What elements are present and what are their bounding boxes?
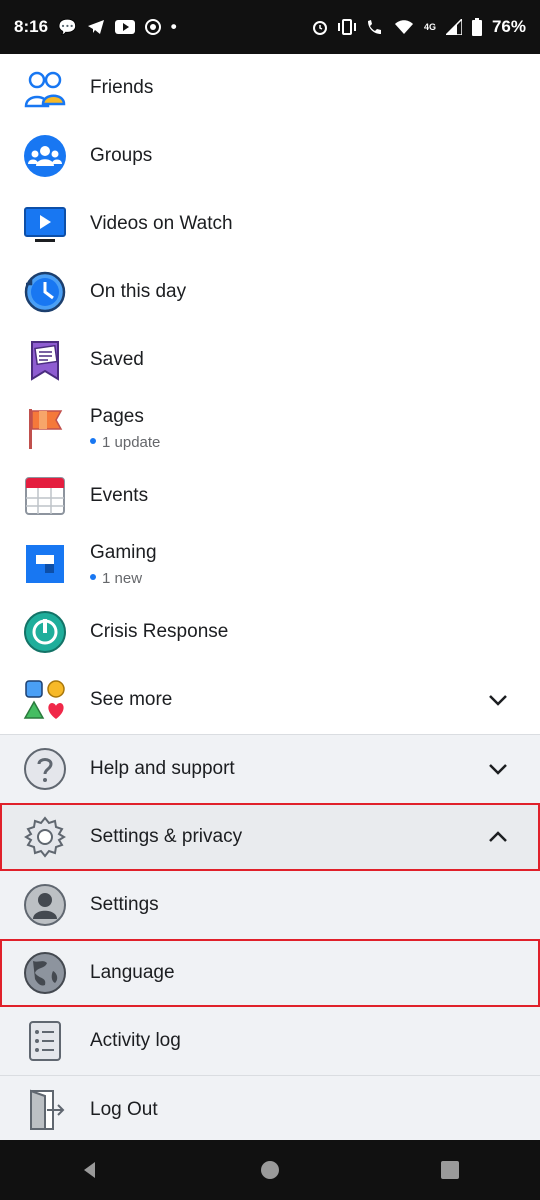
menu-item-settings-and-privacy[interactable]: Settings & privacy [0, 803, 540, 871]
network-type: 4G [423, 22, 436, 32]
gear-icon [22, 814, 68, 860]
menu-item-events[interactable]: Events [0, 462, 540, 530]
wifi-call-icon [367, 20, 381, 34]
menu-item-label: Friends [90, 77, 154, 98]
menu-item-label: Saved [90, 349, 144, 370]
menu-item-saved[interactable]: Saved [0, 326, 540, 394]
menu-item-label: Help and support [90, 758, 235, 779]
signal-icon [445, 19, 462, 35]
clock: 8:16 [14, 17, 49, 36]
back-icon [84, 1162, 95, 1178]
menu-item-label: Groups [90, 145, 153, 166]
home-button[interactable] [240, 1140, 300, 1200]
system-nav-bar [0, 1140, 540, 1200]
menu-item-gaming[interactable]: Gaming 1 new [0, 530, 540, 598]
menu-item-settings[interactable]: Settings [0, 871, 540, 939]
crisis-response-icon [22, 609, 68, 655]
globe-icon [22, 950, 68, 996]
help-icon [22, 746, 68, 792]
menu-item-on-this-day[interactable]: On this day [0, 258, 540, 326]
chevron-up-icon [489, 831, 507, 842]
menu-item-subtitle: 1 new [90, 570, 142, 587]
status-bar: 8:16 💬 • 4G 76% [0, 0, 540, 54]
watch-icon [22, 201, 68, 247]
menu-item-videos-on-watch[interactable]: Videos on Watch [0, 190, 540, 258]
menu-item-groups[interactable]: Groups [0, 122, 540, 190]
menu-item-label: Log Out [90, 1099, 158, 1120]
alarm-icon [312, 21, 327, 35]
menu-item-subtitle: 1 update [90, 434, 160, 451]
activity-log-icon [22, 1018, 68, 1064]
pages-icon [22, 405, 68, 451]
menu-item-help-and-support[interactable]: Help and support [0, 735, 540, 803]
chrome-icon [144, 19, 161, 35]
memories-icon [22, 269, 68, 315]
profile-icon [22, 882, 68, 928]
battery-icon [471, 18, 482, 36]
groups-icon [22, 133, 68, 179]
friends-icon [22, 65, 68, 111]
gaming-icon [22, 541, 68, 587]
menu-item-crisis-response[interactable]: Crisis Response [0, 598, 540, 666]
menu-item-label: Settings & privacy [90, 826, 243, 847]
recents-button[interactable] [420, 1140, 480, 1200]
menu-item-label: Pages [90, 406, 144, 427]
menu-item-see-more[interactable]: See more [0, 666, 540, 734]
menu-item-label: Language [90, 962, 175, 983]
dot-icon: • [170, 17, 177, 36]
menu-list: Friends Groups Videos on Watch On this d… [0, 54, 540, 1144]
menu-item-label: Settings [90, 894, 159, 915]
wifi-icon [394, 20, 413, 34]
notification-dot [90, 438, 96, 445]
menu-item-label: Events [90, 485, 149, 506]
menu-item-label: See more [90, 689, 173, 710]
notification-dot [90, 574, 96, 581]
recents-icon [441, 1161, 459, 1179]
logout-icon [22, 1087, 68, 1133]
events-icon [22, 473, 68, 519]
menu-item-pages[interactable]: Pages 1 update [0, 394, 540, 462]
back-button[interactable] [60, 1140, 120, 1200]
telegram-icon [87, 20, 104, 34]
youtube-icon [114, 20, 135, 34]
menu-item-log-out[interactable]: Log Out [0, 1076, 540, 1144]
menu-item-language[interactable]: Language [0, 939, 540, 1007]
menu-item-friends[interactable]: Friends [0, 54, 540, 122]
messenger-icon: 💬 [58, 19, 77, 36]
home-icon [261, 1161, 279, 1179]
vibrate-icon [337, 19, 356, 35]
menu-item-label: Gaming [90, 542, 157, 563]
saved-icon [22, 337, 68, 383]
menu-item-label: Videos on Watch [90, 213, 233, 234]
chevron-down-icon [489, 764, 507, 775]
menu-item-label: On this day [90, 281, 187, 302]
battery-percent: 76% [491, 17, 526, 36]
menu-item-label: Crisis Response [90, 621, 229, 642]
see-more-icon [22, 677, 68, 723]
menu-item-label: Activity log [90, 1030, 181, 1051]
menu-item-activity-log[interactable]: Activity log [0, 1007, 540, 1075]
chevron-down-icon [489, 695, 507, 706]
